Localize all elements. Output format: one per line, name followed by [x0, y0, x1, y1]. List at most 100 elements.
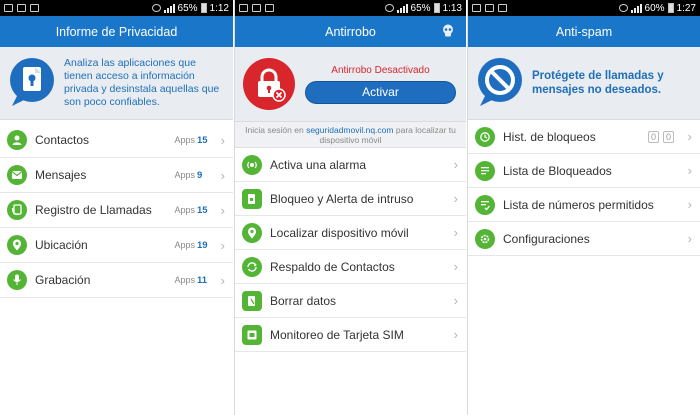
- promo-text: Protégete de llamadas y mensajes no dese…: [532, 70, 664, 96]
- block-counters: 0 0: [647, 130, 674, 143]
- antispam-promo: Protégete de llamadas y mensajes no dese…: [468, 47, 700, 120]
- battery-icon: [200, 3, 207, 13]
- alarm-status-icon: [151, 4, 161, 12]
- list-item-contacts[interactable]: Contactos Apps 15 ›: [0, 123, 233, 158]
- blocked-messages-count: 0: [662, 130, 674, 143]
- page-title: Anti-spam: [468, 16, 700, 47]
- chevron-right-icon: ›: [453, 225, 458, 240]
- chevron-right-icon: ›: [453, 327, 458, 342]
- page-title-text: Anti-spam: [555, 24, 613, 39]
- padlock-alert-icon: [243, 58, 295, 110]
- signal-icon: [630, 3, 642, 13]
- apps-count: 9: [197, 169, 203, 181]
- apps-label: Apps: [174, 170, 195, 180]
- chevron-right-icon: ›: [220, 132, 225, 148]
- battery-icon: [433, 3, 440, 13]
- page-title: Informe de Privacidad: [0, 16, 233, 47]
- notification-icon: [4, 4, 13, 12]
- settings-icon: [475, 228, 495, 249]
- list-item-backup[interactable]: Respaldo de Contactos ›: [235, 250, 466, 284]
- login-link[interactable]: seguridadmovil.nq.com: [306, 125, 393, 135]
- image-notification-icon: [17, 4, 26, 12]
- list-item-label: Ubicación: [35, 238, 88, 252]
- locate-icon: [242, 222, 262, 243]
- image-notification-icon: [498, 4, 507, 12]
- document-lock-icon: [8, 56, 56, 110]
- page-title: Antirrobo: [235, 16, 466, 47]
- list-item-block-history[interactable]: Hist. de bloqueos 0 0 ›: [468, 120, 700, 154]
- backup-icon: [242, 256, 262, 277]
- antitheft-list: Activa una alarma › Bloqueo y Alerta de …: [235, 148, 466, 352]
- chevron-right-icon: ›: [687, 129, 692, 144]
- blocked-calls-count: 0: [647, 130, 659, 143]
- list-item-label: Bloqueo y Alerta de intruso: [270, 191, 414, 206]
- page-title-text: Antirrobo: [325, 24, 376, 39]
- list-item-settings[interactable]: Configuraciones ›: [468, 222, 700, 256]
- image-notification-icon: [265, 4, 274, 12]
- login-note: Inicia sesión en seguridadmovil.nq.com p…: [235, 122, 466, 148]
- apps-label: Apps: [174, 275, 195, 285]
- notification-icon: [472, 4, 481, 12]
- list-item-label: Activa una alarma: [270, 157, 367, 172]
- privacy-screen: 65% 1:12 Informe de Privacidad Analiza l…: [0, 0, 233, 415]
- page-title-text: Informe de Privacidad: [55, 24, 178, 39]
- list-item-label: Lista de Bloqueados: [503, 163, 612, 178]
- list-item-sim[interactable]: Monitoreo de Tarjeta SIM ›: [235, 318, 466, 352]
- chevron-right-icon: ›: [453, 293, 458, 308]
- chevron-right-icon: ›: [220, 237, 225, 253]
- promo-text: Analiza las aplicaciones que tienen acce…: [64, 57, 220, 108]
- list-item-allowed-list[interactable]: Lista de números permitidos ›: [468, 188, 700, 222]
- apps-label: Apps: [174, 205, 195, 215]
- list-item-label: Respaldo de Contactos: [270, 259, 395, 274]
- status-text: Antirrobo Desactivado: [331, 64, 430, 76]
- list-item-alarm[interactable]: Activa una alarma ›: [235, 148, 466, 182]
- chevron-right-icon: ›: [687, 231, 692, 246]
- skull-icon[interactable]: [442, 24, 454, 38]
- apps-count: 15: [197, 204, 208, 216]
- list-item-wipe[interactable]: Borrar datos ›: [235, 284, 466, 318]
- status-bar: 60% 1:27: [468, 0, 700, 16]
- list-item-call-log[interactable]: Registro de Llamadas Apps 15 ›: [0, 193, 233, 228]
- image-notification-icon: [30, 4, 39, 12]
- chevron-right-icon: ›: [687, 197, 692, 212]
- image-notification-icon: [485, 4, 494, 12]
- list-item-label: Localizar dispositivo móvil: [270, 225, 409, 240]
- alarm-icon: [242, 154, 262, 175]
- contacts-icon: [7, 130, 27, 150]
- list-item-recording[interactable]: Grabación Apps 11 ›: [0, 263, 233, 298]
- apps-count: 19: [197, 239, 208, 251]
- login-note-prefix: Inicia sesión en: [245, 125, 304, 135]
- alarm-status-icon: [618, 4, 628, 12]
- list-item-blocked-list[interactable]: Lista de Bloqueados ›: [468, 154, 700, 188]
- call-log-icon: [7, 200, 27, 220]
- clock: 1:27: [676, 2, 696, 14]
- list-item-locate[interactable]: Localizar dispositivo móvil ›: [235, 216, 466, 250]
- battery-level: 60%: [644, 2, 665, 14]
- privacy-promo: Analiza las aplicaciones que tienen acce…: [0, 47, 233, 120]
- list-item-label: Lista de números permitidos: [503, 197, 654, 212]
- signal-icon: [396, 3, 408, 13]
- messages-icon: [7, 165, 27, 185]
- list-item-label: Monitoreo de Tarjeta SIM: [270, 327, 404, 342]
- notification-icon: [239, 4, 248, 12]
- list-item-lock-alert[interactable]: Bloqueo y Alerta de intruso ›: [235, 182, 466, 216]
- alarm-status-icon: [384, 4, 394, 12]
- activate-button[interactable]: Activar: [305, 80, 456, 104]
- chevron-right-icon: ›: [220, 202, 225, 218]
- list-item-messages[interactable]: Mensajes Apps 9 ›: [0, 158, 233, 193]
- chevron-right-icon: ›: [453, 191, 458, 206]
- chevron-right-icon: ›: [220, 272, 225, 288]
- clock: 1:12: [209, 2, 229, 14]
- antispam-screen: 60% 1:27 Anti-spam Protégete de llamadas…: [467, 0, 700, 415]
- list-item-label: Contactos: [35, 133, 90, 147]
- privacy-list: Contactos Apps 15 › Mensajes Apps 9 › Re…: [0, 120, 233, 298]
- list-item-label: Hist. de bloqueos: [503, 129, 596, 144]
- battery-level: 65%: [177, 2, 198, 14]
- chevron-right-icon: ›: [220, 167, 225, 183]
- apps-label: Apps: [174, 240, 195, 250]
- wipe-icon: [242, 290, 262, 311]
- antispam-list: Hist. de bloqueos 0 0 › Lista de Bloquea…: [468, 120, 700, 256]
- signal-icon: [163, 3, 175, 13]
- list-item-location[interactable]: Ubicación Apps 19 ›: [0, 228, 233, 263]
- list-item-label: Registro de Llamadas: [35, 203, 152, 217]
